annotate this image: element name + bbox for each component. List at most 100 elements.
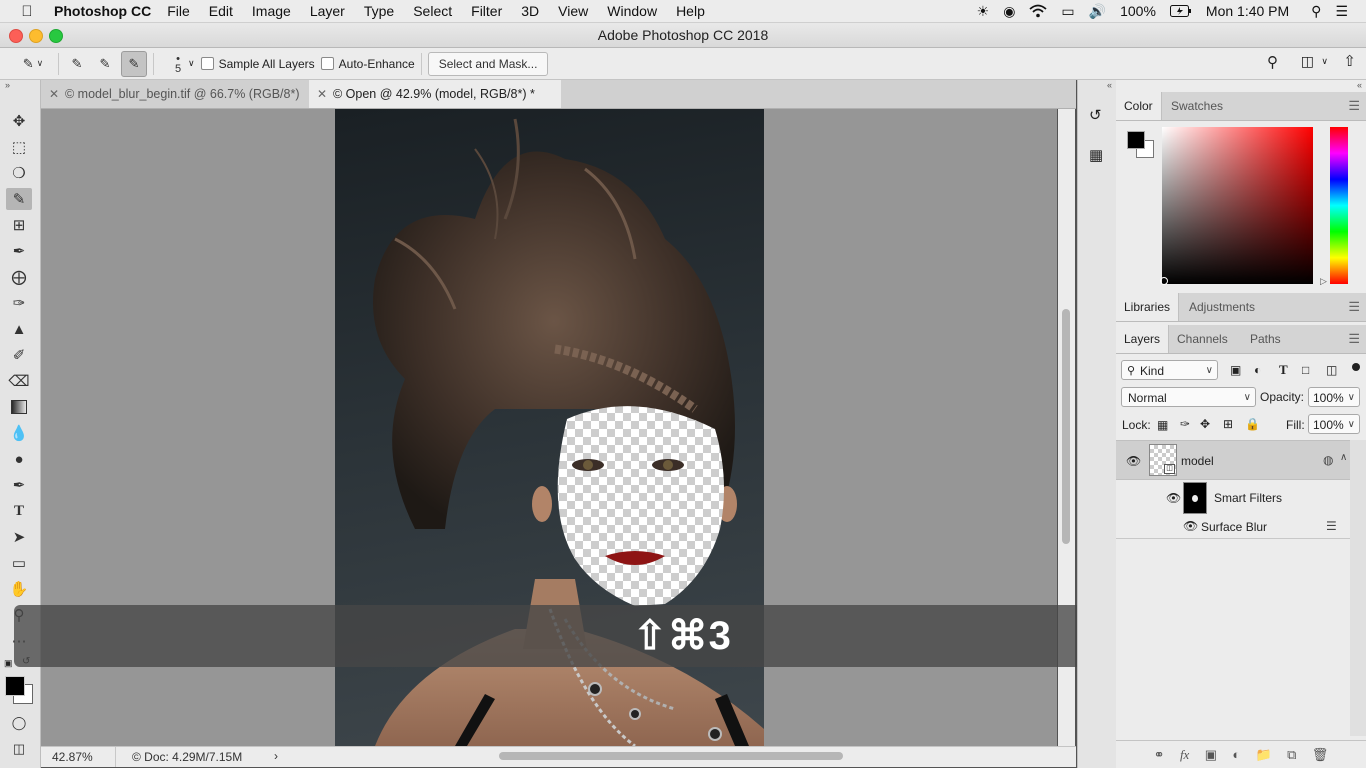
hue-slider[interactable] — [1330, 127, 1348, 284]
panel-menu-icon[interactable]: ☰ — [1348, 331, 1360, 347]
clock[interactable]: Mon 1:40 PM — [1206, 3, 1289, 19]
tab-open[interactable]: ✕ © Open @ 42.9% (model, RGB/8*) * — [309, 80, 561, 108]
marquee-tool-icon[interactable]: ⬚ — [6, 136, 32, 158]
adjustment-layer-filter-icon[interactable]: ◐ — [1254, 363, 1261, 377]
default-colors-icon[interactable]: ▣ — [4, 658, 13, 669]
spotlight-icon[interactable]: ⚲ — [1311, 3, 1321, 20]
lock-position-icon[interactable]: ✥ — [1200, 417, 1210, 431]
color-picker-cursor[interactable] — [1160, 277, 1168, 285]
layer-row-model[interactable]: 👁 ◫ model ◍ ∧ — [1116, 440, 1350, 480]
menu-edit[interactable]: Edit — [209, 3, 233, 19]
minimize-window-button[interactable] — [29, 29, 43, 43]
menu-view[interactable]: View — [558, 3, 588, 19]
lock-all-icon[interactable]: 🔒 — [1245, 417, 1260, 431]
menu-layer[interactable]: Layer — [310, 3, 345, 19]
color-field[interactable] — [1162, 127, 1313, 284]
panel-menu-icon[interactable]: ☰ — [1348, 98, 1360, 114]
airplay-icon[interactable]: ▭ — [1061, 3, 1074, 20]
layer-filter-kind-select[interactable]: ⚲ Kind ∨ — [1121, 360, 1218, 380]
collapse-panel-icon[interactable]: « — [1357, 80, 1362, 90]
properties-panel-icon[interactable]: ▦ — [1089, 146, 1103, 164]
new-layer-icon[interactable]: ⧉ — [1287, 747, 1296, 763]
chevron-right-icon[interactable]: › — [274, 749, 278, 763]
auto-enhance-label[interactable]: Auto-Enhance — [339, 57, 415, 71]
close-tab-icon[interactable]: ✕ — [49, 80, 59, 108]
vertical-scroll-thumb[interactable] — [1062, 309, 1070, 544]
foreground-color-swatch[interactable] — [1127, 131, 1145, 149]
horizontal-scroll-thumb[interactable] — [499, 752, 843, 760]
chevron-down-icon[interactable]: ∨ — [188, 58, 195, 69]
type-layer-filter-icon[interactable]: T — [1279, 362, 1288, 378]
share-icon[interactable]: ⇧ — [1343, 52, 1356, 70]
sample-all-layers-checkbox[interactable] — [200, 57, 214, 70]
foreground-color-swatch[interactable] — [5, 676, 25, 696]
history-panel-icon[interactable]: ↺ — [1089, 106, 1102, 124]
smart-object-filter-icon[interactable]: ◫ — [1326, 363, 1337, 377]
tab-libraries[interactable]: Libraries — [1116, 293, 1180, 321]
layers-scrollbar[interactable] — [1350, 440, 1366, 736]
pixel-layer-filter-icon[interactable]: ▣ — [1230, 363, 1241, 377]
move-tool-icon[interactable]: ✥ — [6, 110, 32, 132]
apple-icon[interactable]:  — [18, 3, 36, 20]
visibility-eye-icon[interactable]: 👁 — [1166, 491, 1181, 505]
collapse-panel-icon[interactable]: » — [5, 80, 10, 90]
visibility-eye-icon[interactable]: 👁 — [1126, 454, 1141, 468]
healing-brush-tool-icon[interactable]: ⨁ — [6, 266, 32, 288]
lock-image-icon[interactable]: ✑ — [1180, 417, 1190, 431]
tab-color[interactable]: Color — [1116, 92, 1162, 120]
pen-tool-icon[interactable]: ✒ — [6, 474, 32, 496]
tab-swatches[interactable]: Swatches — [1163, 92, 1231, 120]
layer-row-surface-blur[interactable]: 👁 Surface Blur ☰ — [1116, 518, 1350, 539]
fill-input[interactable]: 100% ∨ — [1308, 414, 1360, 434]
menu-type[interactable]: Type — [364, 3, 394, 19]
tab-layers[interactable]: Layers — [1116, 325, 1170, 353]
select-and-mask-button[interactable]: Select and Mask... — [427, 51, 549, 76]
chevron-up-icon[interactable]: ∧ — [1340, 452, 1347, 463]
delete-layer-icon[interactable]: 🗑 — [1312, 747, 1329, 763]
crop-tool-icon[interactable]: ⊞ — [6, 214, 32, 236]
menu-select[interactable]: Select — [413, 3, 452, 19]
add-to-selection-button[interactable]: ✎ — [93, 52, 117, 76]
hue-slider-handle[interactable]: ▷ — [1320, 276, 1327, 287]
panel-menu-icon[interactable]: ☰ — [1348, 299, 1360, 315]
workspace-icon[interactable]: ◫ — [1301, 53, 1314, 70]
menu-window[interactable]: Window — [607, 3, 657, 19]
menu-filter[interactable]: Filter — [471, 3, 502, 19]
add-mask-icon[interactable]: ▣ — [1205, 747, 1217, 763]
close-window-button[interactable] — [9, 29, 23, 43]
lock-artboard-icon[interactable]: ⊞ — [1223, 417, 1233, 431]
rectangle-tool-icon[interactable]: ▭ — [6, 552, 32, 574]
eyedropper-tool-icon[interactable]: ✒ — [6, 240, 32, 262]
new-group-icon[interactable]: 📁 — [1256, 747, 1272, 763]
menu-help[interactable]: Help — [676, 3, 705, 19]
wifi-icon[interactable] — [1029, 4, 1048, 18]
menu-file[interactable]: File — [167, 3, 190, 19]
smart-object-link-icon[interactable]: ◍ — [1323, 453, 1333, 467]
quick-selection-tool-icon[interactable]: ✎ — [6, 188, 32, 210]
menu-image[interactable]: Image — [252, 3, 291, 19]
volume-icon[interactable]: 🔊 — [1089, 3, 1106, 20]
screen-mode-icon[interactable]: ◫ — [6, 738, 32, 760]
filter-toggle-icon[interactable] — [1352, 363, 1360, 371]
smart-filters-label[interactable]: Smart Filters — [1214, 491, 1282, 505]
eraser-tool-icon[interactable]: ⌫ — [6, 370, 32, 392]
subtract-from-selection-button[interactable]: ✎ — [121, 50, 147, 77]
zoom-window-button[interactable] — [49, 29, 63, 43]
tab-model-blur-begin[interactable]: ✕ © model_blur_begin.tif @ 66.7% (RGB/8*… — [41, 80, 307, 108]
tool-preset-picker[interactable]: ✎ ∨ — [14, 52, 52, 76]
blend-mode-select[interactable]: Normal ∨ — [1121, 387, 1256, 407]
hand-tool-icon[interactable]: ✋ — [6, 578, 32, 600]
fx-icon[interactable]: fx — [1180, 747, 1189, 763]
lock-transparent-icon[interactable]: ▦ — [1157, 418, 1168, 432]
layer-row-smart-filters[interactable]: 👁 Smart Filters — [1116, 479, 1350, 517]
collapse-panel-icon[interactable]: « — [1107, 80, 1112, 90]
shape-layer-filter-icon[interactable]: □ — [1302, 363, 1309, 377]
zoom-level[interactable]: 42.87% — [52, 750, 93, 764]
new-selection-button[interactable]: ✎ — [65, 52, 89, 76]
tab-paths[interactable]: Paths — [1242, 325, 1289, 353]
visibility-eye-icon[interactable]: 👁 — [1183, 519, 1198, 533]
tab-adjustments[interactable]: Adjustments — [1181, 293, 1263, 321]
creative-cloud-icon[interactable]: ◉ — [1003, 3, 1015, 20]
battery-icon[interactable] — [1169, 5, 1192, 17]
clone-stamp-tool-icon[interactable]: ▲ — [6, 318, 32, 340]
